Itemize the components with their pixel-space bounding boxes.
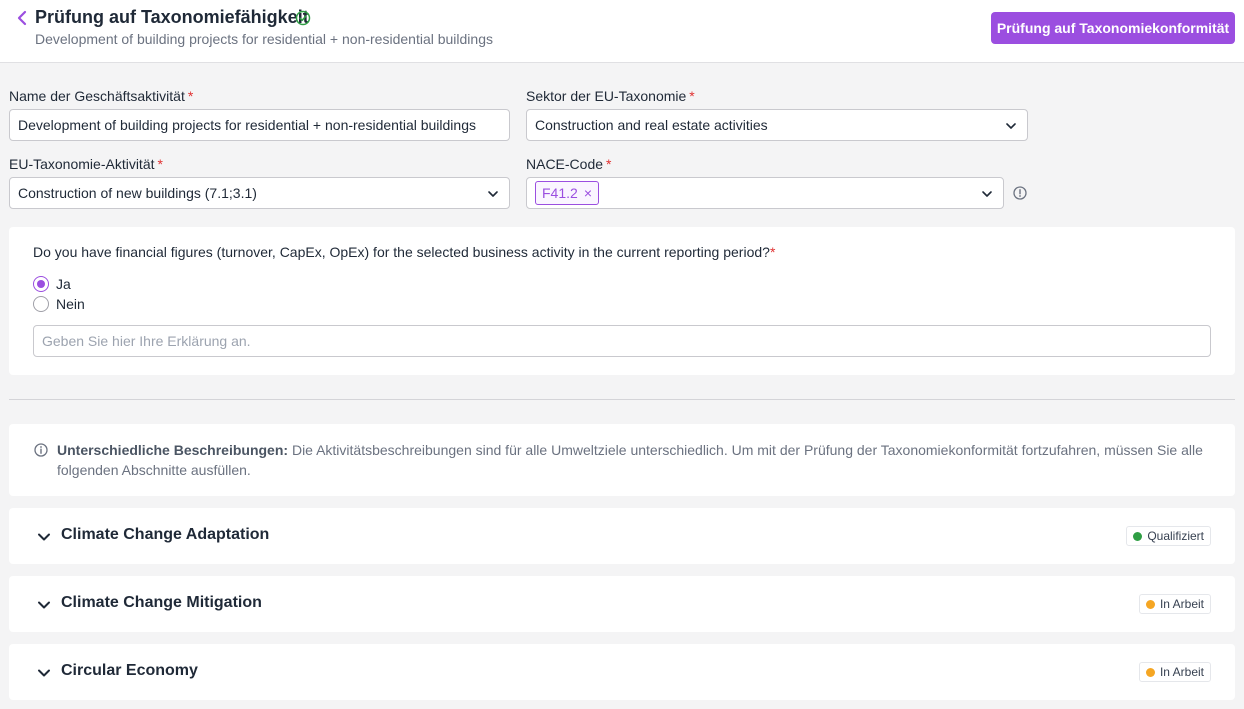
page-subtitle: Development of building projects for res… <box>35 31 493 47</box>
required-marker: * <box>689 88 695 104</box>
status-badge: In Arbeit <box>1138 594 1211 614</box>
section-title: Circular Economy <box>61 662 198 679</box>
status-label: Qualifiziert <box>1147 529 1204 543</box>
radio-no[interactable]: Nein <box>33 296 85 312</box>
activity-name-label: Name der Geschäftsaktivität * <box>9 88 193 104</box>
activity-name-label-text: Name der Geschäftsaktivität <box>9 88 185 104</box>
chevron-down-icon[interactable] <box>37 530 51 544</box>
notice-text: Unterschiedliche Beschreibungen: Die Akt… <box>57 440 1207 480</box>
eu-activity-select[interactable]: Construction of new buildings (7.1;3.1) <box>9 177 510 209</box>
nace-label-text: NACE-Code <box>526 156 604 172</box>
page-header: Prüfung auf Taxonomiefähigkeit Developme… <box>0 0 1244 63</box>
nace-tag-label: F41.2 <box>542 185 578 201</box>
info-icon <box>34 443 48 457</box>
status-dot <box>1133 531 1143 541</box>
sector-label-text: Sektor der EU-Taxonomie <box>526 88 687 104</box>
chevron-down-icon <box>487 187 499 199</box>
sector-label: Sektor der EU-Taxonomie * <box>526 88 695 104</box>
financials-panel: Do you have financial figures (turnover,… <box>9 227 1235 375</box>
chevron-down-icon[interactable] <box>37 666 51 680</box>
sector-value: Construction and real estate activities <box>535 117 768 133</box>
status-badge: In Arbeit <box>1138 662 1211 682</box>
radio-yes[interactable]: Ja <box>33 276 71 292</box>
remove-tag-icon[interactable]: × <box>584 186 592 200</box>
financials-question-text: Do you have financial figures (turnover,… <box>33 244 770 260</box>
check-circle-icon <box>295 10 311 26</box>
eu-activity-value: Construction of new buildings (7.1;3.1) <box>18 185 257 201</box>
status-dot <box>1145 599 1155 609</box>
explanation-input[interactable] <box>33 325 1211 357</box>
financials-question: Do you have financial figures (turnover,… <box>33 244 775 260</box>
required-marker: * <box>187 88 194 104</box>
notice-title: Unterschiedliche Beschreibungen: <box>57 442 289 458</box>
section-circular-economy[interactable]: Circular Economy In Arbeit <box>9 644 1235 700</box>
required-marker: * <box>769 244 776 260</box>
chevron-down-icon <box>981 187 993 199</box>
chevron-down-icon[interactable] <box>37 598 51 612</box>
nace-label: NACE-Code * <box>526 156 611 172</box>
eu-activity-label: EU-Taxonomie-Aktivität * <box>9 156 163 172</box>
radio-yes-label: Ja <box>56 276 71 292</box>
notice-panel: Unterschiedliche Beschreibungen: Die Akt… <box>9 424 1235 496</box>
required-marker: * <box>606 156 612 172</box>
section-divider <box>9 399 1235 400</box>
nace-multiselect[interactable]: F41.2 × <box>526 177 1004 209</box>
status-badge: Qualifiziert <box>1126 526 1211 546</box>
section-climate-mitigation[interactable]: Climate Change Mitigation In Arbeit <box>9 576 1235 632</box>
section-title: Climate Change Mitigation <box>61 594 262 611</box>
chevron-down-icon <box>1005 119 1017 131</box>
status-dot <box>1145 667 1155 677</box>
back-chevron-icon[interactable] <box>14 9 30 27</box>
section-climate-adaptation[interactable]: Climate Change Adaptation Qualifiziert <box>9 508 1235 564</box>
status-label: In Arbeit <box>1159 665 1204 679</box>
required-marker: * <box>157 156 163 172</box>
taxonomy-conformity-button[interactable]: Prüfung auf Taxonomiekonformität <box>991 12 1235 44</box>
status-label: In Arbeit <box>1159 597 1204 611</box>
radio-no-control[interactable] <box>33 296 49 312</box>
nace-tag: F41.2 × <box>535 181 599 205</box>
radio-yes-control[interactable] <box>33 276 49 292</box>
activity-name-input[interactable]: Development of building projects for res… <box>9 109 510 141</box>
info-icon[interactable] <box>1013 186 1027 200</box>
section-title: Climate Change Adaptation <box>61 526 270 543</box>
sector-select[interactable]: Construction and real estate activities <box>526 109 1028 141</box>
eu-activity-label-text: EU-Taxonomie-Aktivität <box>9 156 155 172</box>
activity-name-value: Development of building projects for res… <box>18 117 476 133</box>
radio-no-label: Nein <box>56 296 85 312</box>
page-title: Prüfung auf Taxonomiefähigkeit <box>35 7 309 27</box>
